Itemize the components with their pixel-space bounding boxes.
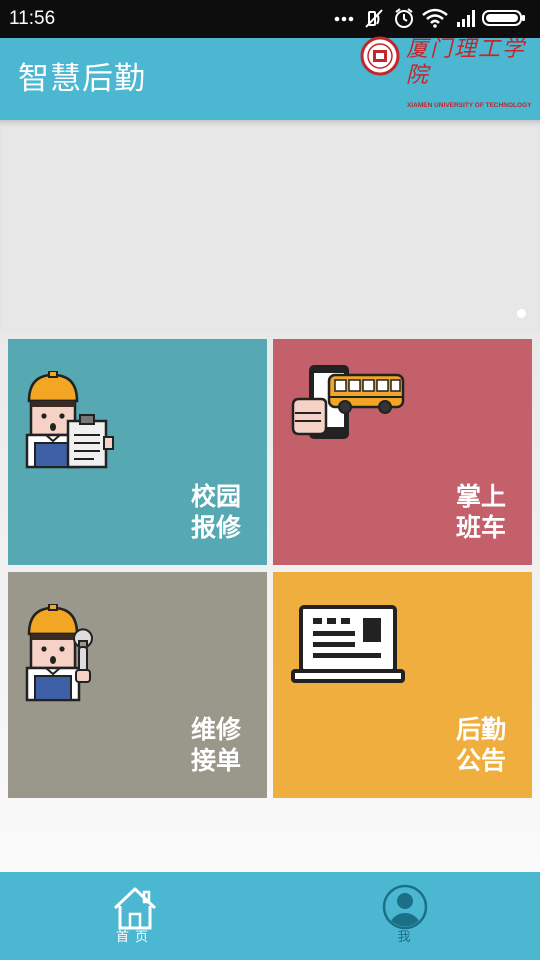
mute-icon: [365, 9, 383, 28]
banner-carousel[interactable]: [0, 120, 540, 332]
more-dots-icon: [334, 16, 354, 22]
battery-icon: [482, 10, 525, 26]
bottom-nav: 首页 我: [0, 872, 540, 960]
page-title: 智慧后勤: [18, 61, 146, 97]
wifi-icon: [422, 8, 448, 28]
nav-item-home[interactable]: 首页: [75, 872, 195, 960]
tile-label-line2: 报修: [190, 513, 241, 542]
nav-label-home: 首页: [115, 930, 154, 945]
tile-label-line1: 校园: [190, 482, 241, 511]
nav-label-me: 我: [397, 930, 411, 945]
phone-bus-icon: [291, 365, 405, 439]
worker-clipboard-icon: [25, 371, 114, 469]
notice-board-icon: [291, 605, 405, 683]
tile-label: 维修 接单: [181, 714, 241, 776]
tile-label: 掌上 班车: [446, 481, 506, 543]
tile-label-line1: 后勤: [455, 715, 506, 744]
school-name-cn: 厦门理工学院: [406, 37, 527, 88]
tile-label-line2: 接单: [190, 746, 241, 775]
tile-label: 校园 报修: [181, 481, 241, 543]
tile-label-line1: 掌上: [455, 482, 506, 511]
tile-label: 后勤 公告: [446, 714, 506, 776]
user-avatar-icon: [382, 884, 428, 930]
school-seal-icon: [360, 36, 400, 76]
status-icons: [332, 7, 532, 31]
signal-icon: [457, 10, 475, 27]
home-icon: [113, 887, 157, 930]
tile-label-line2: 公告: [455, 746, 506, 775]
nav-item-me[interactable]: 我: [344, 872, 464, 960]
tile-logistics-notice[interactable]: 后勤 公告: [273, 572, 532, 798]
tile-campus-repair[interactable]: 校园 报修: [8, 339, 267, 565]
tile-repair-orders[interactable]: 维修 接单: [8, 572, 267, 798]
tile-mobile-bus[interactable]: 掌上 班车: [273, 339, 532, 565]
status-time: 11:56: [9, 8, 56, 29]
worker-wrench-icon: [25, 604, 93, 702]
status-bar: 11:56: [0, 0, 540, 38]
carousel-indicator-dot[interactable]: [517, 309, 526, 318]
tile-label-line1: 维修: [190, 715, 241, 744]
alarm-icon: [395, 8, 413, 28]
school-name-en: XIAMEN UNIVERSITY OF TECHNOLOGY: [407, 102, 532, 109]
tile-label-line2: 班车: [455, 513, 506, 542]
